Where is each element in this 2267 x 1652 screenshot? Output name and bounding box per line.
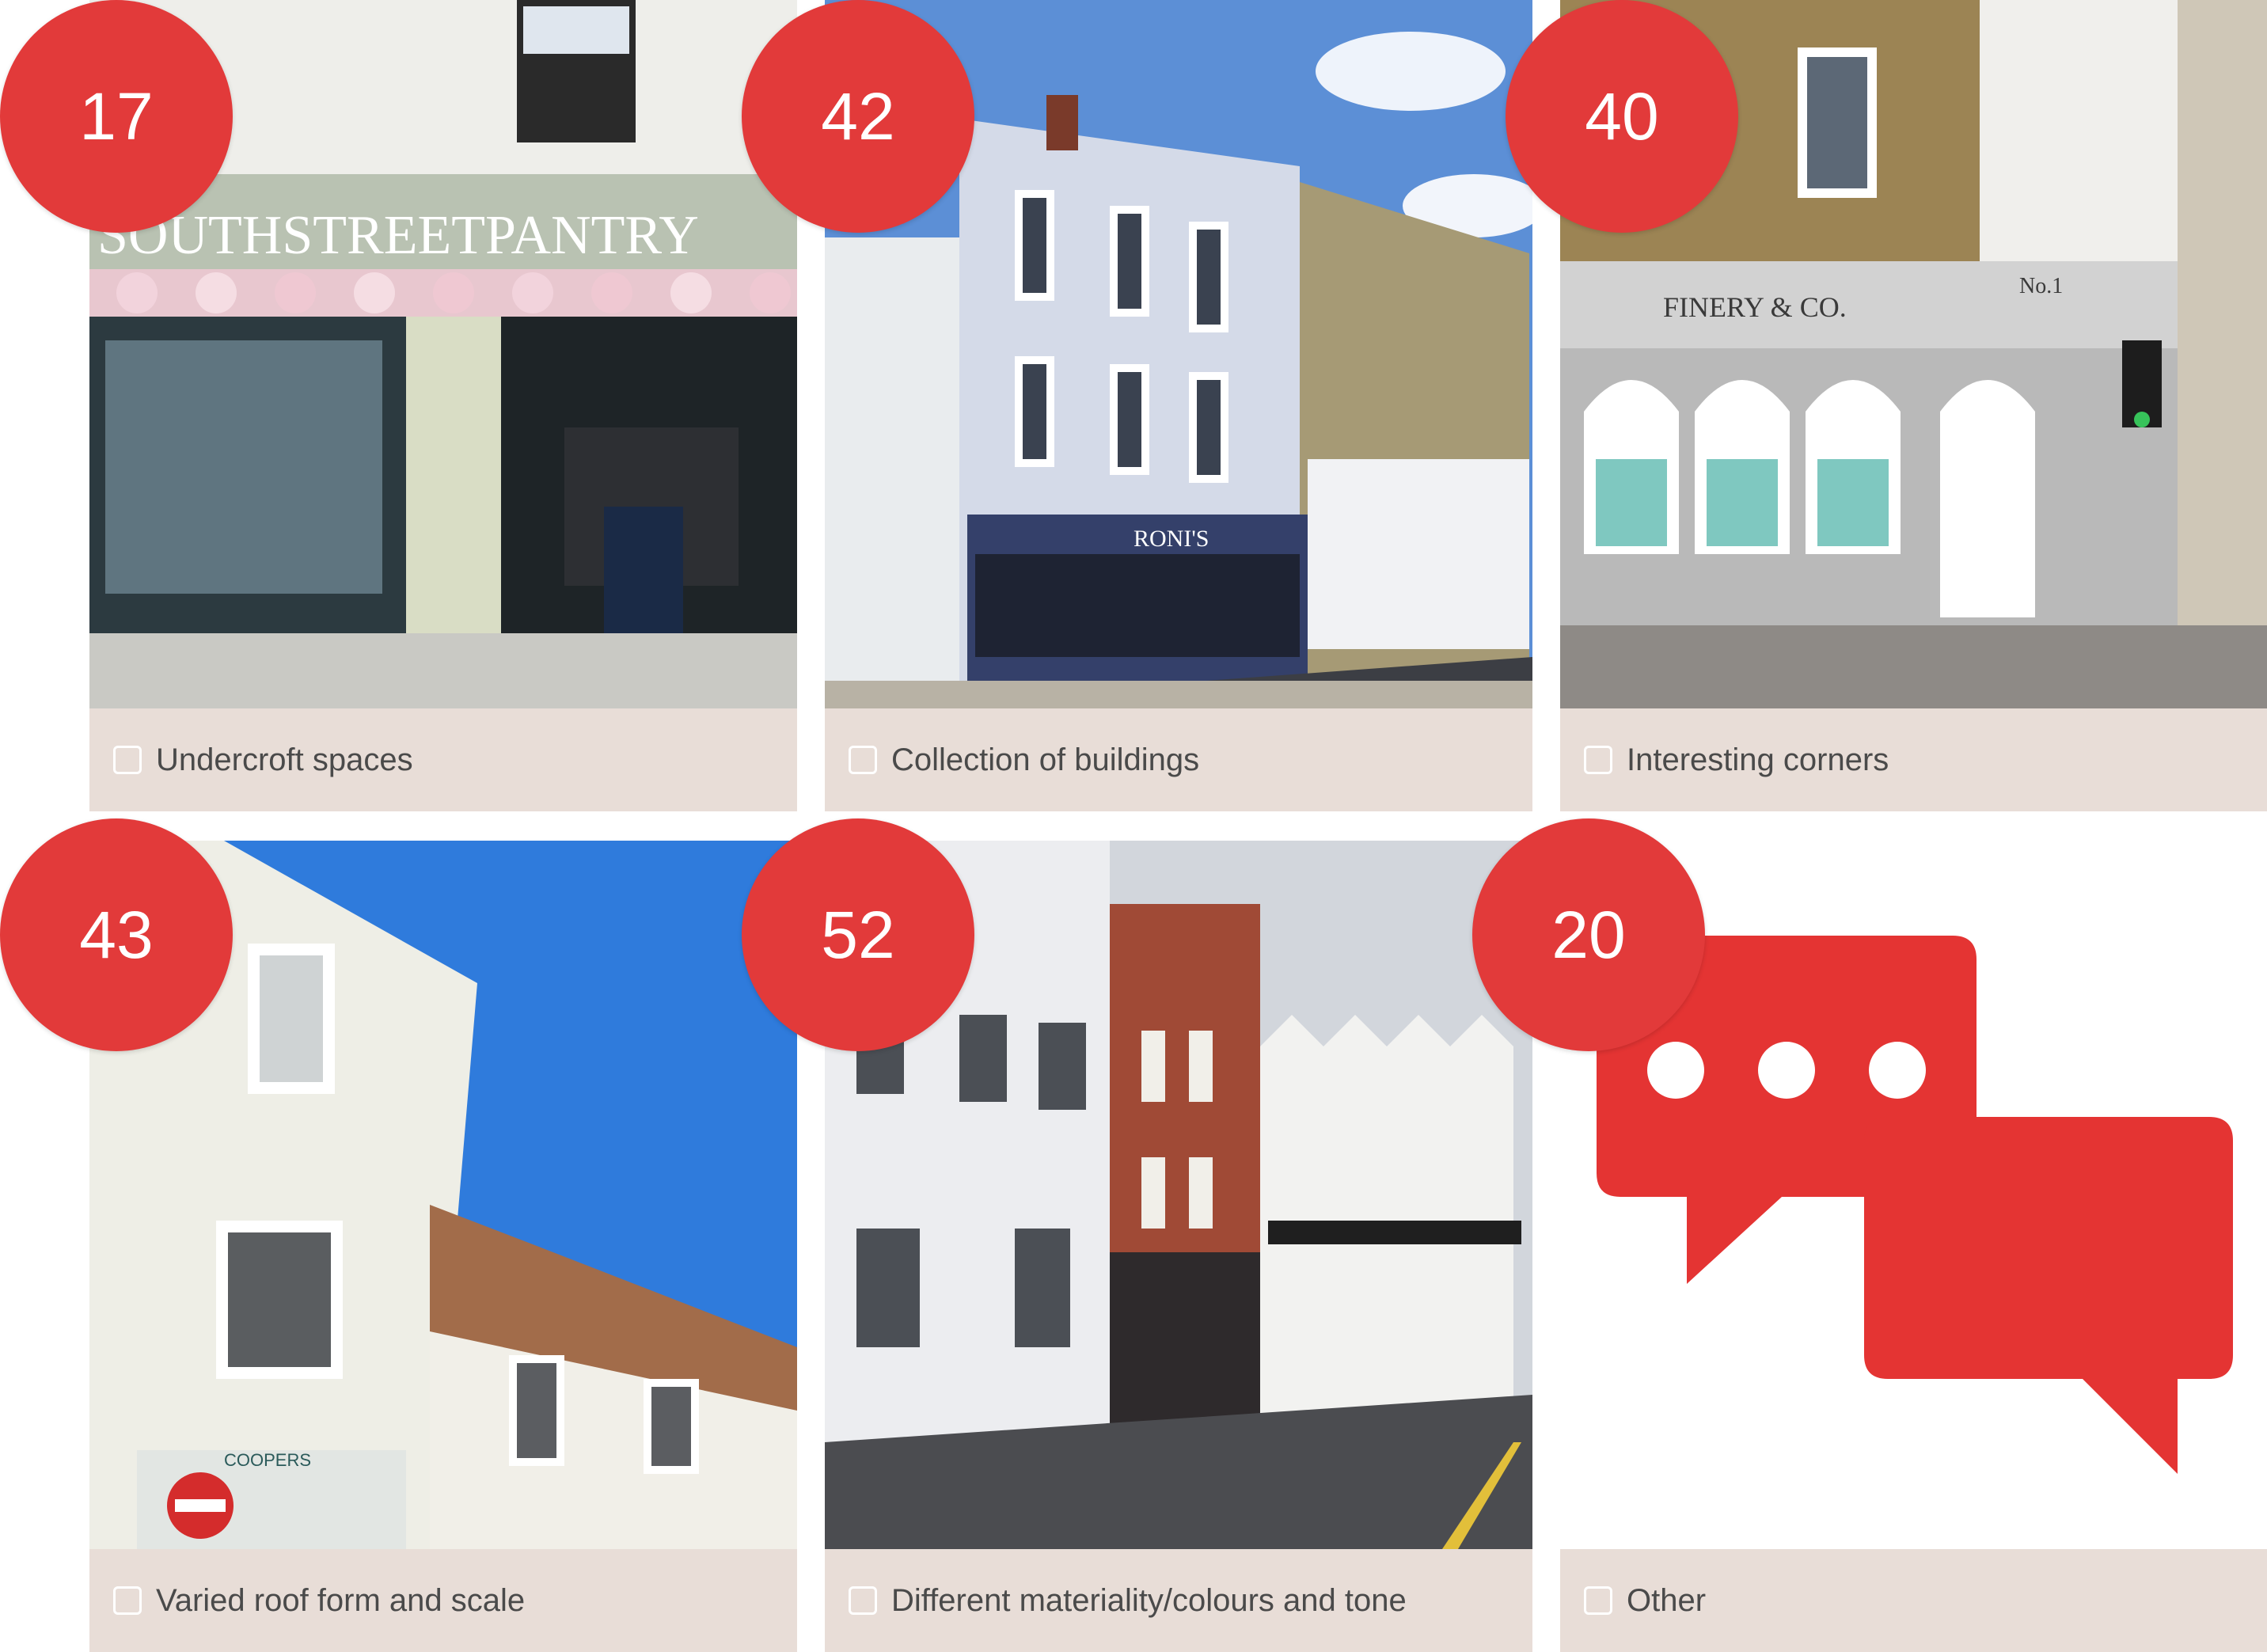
shop-sign-number: No.1 <box>2019 274 2063 298</box>
checkbox-other[interactable] <box>1584 1586 1612 1615</box>
shop-sign: FINERY & CO. <box>1663 291 1847 323</box>
checkbox-roof[interactable] <box>113 1586 142 1615</box>
option-label-row[interactable]: Varied roof form and scale <box>89 1549 797 1652</box>
vote-count-badge: 20 <box>1472 818 1705 1051</box>
vote-count-badge: 17 <box>0 0 233 233</box>
shop-sign: RONI'S <box>1134 526 1209 552</box>
checkbox-corners[interactable] <box>1584 746 1612 774</box>
shop-sign: COOPERS <box>224 1450 311 1470</box>
vote-count-badge: 43 <box>0 818 233 1051</box>
option-label: Other <box>1627 1582 1707 1618</box>
option-label-row[interactable]: Undercroft spaces <box>89 708 797 811</box>
shop-sign: SOUTHSTREETPANTRY <box>97 205 699 266</box>
checkbox-undercroft[interactable] <box>113 746 142 774</box>
option-label: Collection of buildings <box>891 742 1200 777</box>
checkbox-materiality[interactable] <box>849 1586 877 1615</box>
checkbox-collection[interactable] <box>849 746 877 774</box>
option-label: Interesting corners <box>1627 742 1889 777</box>
option-label: Varied roof form and scale <box>156 1582 526 1618</box>
option-label-row[interactable]: Interesting corners <box>1560 708 2267 811</box>
option-label-row[interactable]: Collection of buildings <box>825 708 1532 811</box>
vote-count-badge: 40 <box>1506 0 1738 233</box>
vote-count-badge: 42 <box>742 0 974 233</box>
option-label-row[interactable]: Different materiality/colours and tone <box>825 1549 1532 1652</box>
option-label: Different materiality/colours and tone <box>891 1582 1407 1618</box>
option-label-row[interactable]: Other <box>1560 1549 2267 1652</box>
vote-count-badge: 52 <box>742 818 974 1051</box>
option-label: Undercroft spaces <box>156 742 413 777</box>
